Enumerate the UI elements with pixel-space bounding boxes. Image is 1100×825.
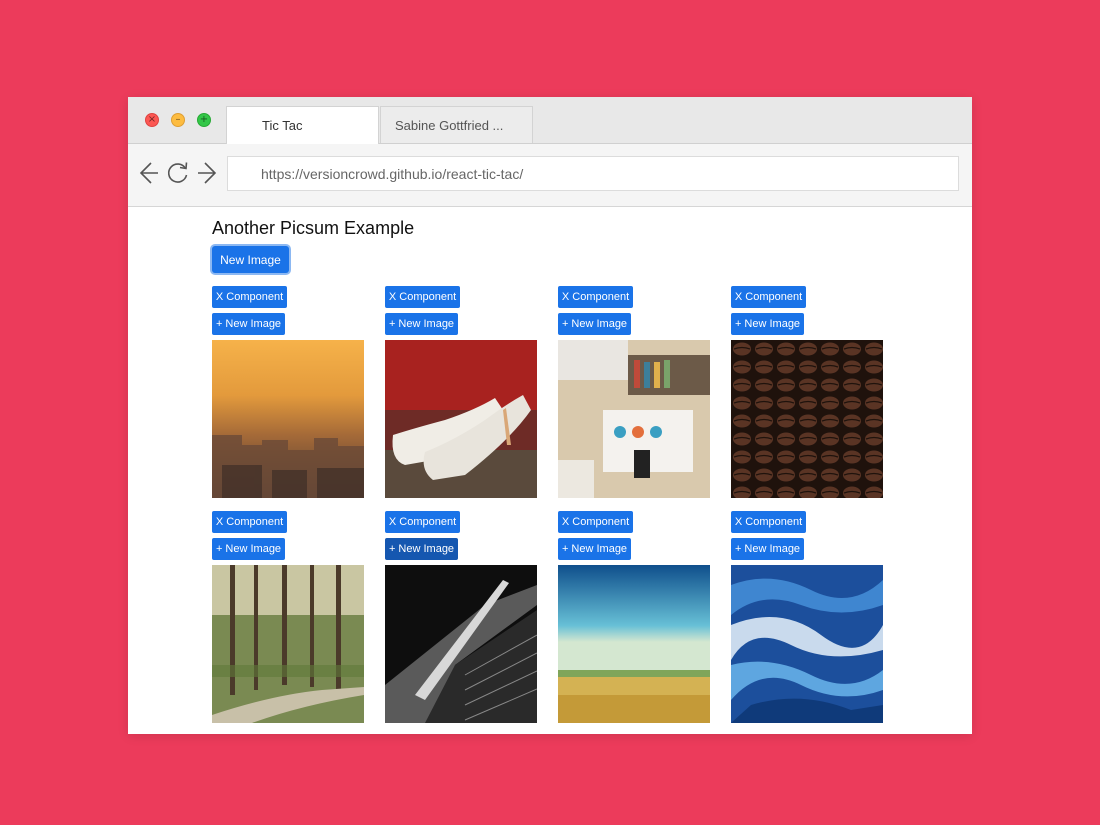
photo-coffee-beans xyxy=(731,340,883,498)
photo-forest-path xyxy=(212,565,364,723)
page-title: Another Picsum Example xyxy=(212,218,415,238)
x-component-button[interactable]: X Component xyxy=(385,511,460,533)
add-new-image-button[interactable]: + New Image xyxy=(385,538,458,560)
forward-arrow-icon[interactable] xyxy=(196,161,220,185)
x-component-button[interactable]: X Component xyxy=(558,286,633,308)
tab-label: Sabine Gottfried ... xyxy=(395,117,504,133)
url-text: https://versioncrowd.github.io/react-tic… xyxy=(261,165,524,182)
tab-sabine-gottfried[interactable]: Sabine Gottfried ... xyxy=(380,106,533,143)
back-arrow-icon[interactable] xyxy=(136,161,160,185)
navigation-bar: https://versioncrowd.github.io/react-tic… xyxy=(128,144,972,207)
photo-wheat-field xyxy=(558,565,710,723)
x-component-button[interactable]: X Component xyxy=(385,286,460,308)
photo-white-shoes xyxy=(385,340,537,498)
add-new-image-button[interactable]: + New Image xyxy=(212,538,285,560)
photo-desk xyxy=(558,340,710,498)
close-icon[interactable]: × xyxy=(145,113,159,127)
add-new-image-button[interactable]: + New Image xyxy=(558,538,631,560)
maximize-icon[interactable]: + xyxy=(197,113,211,127)
x-component-button[interactable]: X Component xyxy=(212,511,287,533)
x-component-button[interactable]: X Component xyxy=(212,286,287,308)
x-component-button[interactable]: X Component xyxy=(731,286,806,308)
add-new-image-button[interactable]: + New Image xyxy=(385,313,458,335)
reload-icon[interactable] xyxy=(166,161,190,185)
page-content: Another Picsum Example New Image X Compo… xyxy=(128,207,972,734)
add-new-image-button[interactable]: + New Image xyxy=(731,313,804,335)
tab-bar: × – + Tic Tac Sabine Gottfried ... xyxy=(128,97,972,144)
add-new-image-button[interactable]: + New Image xyxy=(212,313,285,335)
minimize-icon[interactable]: – xyxy=(171,113,185,127)
x-component-button[interactable]: X Component xyxy=(558,511,633,533)
photo-ocean-waves xyxy=(731,565,883,723)
new-image-button[interactable]: New Image xyxy=(212,246,289,273)
x-component-button[interactable]: X Component xyxy=(731,511,806,533)
tab-tic-tac[interactable]: Tic Tac xyxy=(226,106,379,144)
address-bar[interactable]: https://versioncrowd.github.io/react-tic… xyxy=(227,156,959,191)
photo-building xyxy=(385,565,537,723)
browser-window: × – + Tic Tac Sabine Gottfried ... https… xyxy=(128,97,972,734)
add-new-image-button[interactable]: + New Image xyxy=(558,313,631,335)
photo-city-sunset xyxy=(212,340,364,498)
tab-label: Tic Tac xyxy=(262,118,303,133)
add-new-image-button[interactable]: + New Image xyxy=(731,538,804,560)
